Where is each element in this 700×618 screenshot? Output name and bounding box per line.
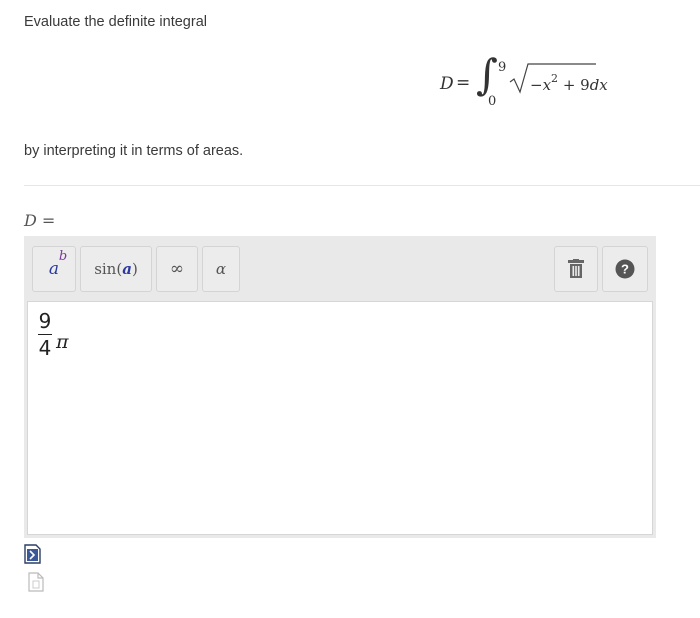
answer-label: D = — [24, 211, 55, 230]
editor-toolbar: ab sin (a) ∞ α ? — [24, 236, 656, 300]
radicand-minus: − — [530, 76, 543, 94]
integral-sign: ∫ — [476, 50, 498, 99]
document-icon[interactable] — [28, 572, 44, 592]
infinity-label: ∞ — [169, 259, 185, 279]
integral-formula: D = ∫ 9 0 −x2 + 9dx — [440, 54, 650, 114]
answer-input[interactable]: 9 4 π — [27, 301, 653, 535]
answer-label-var: D — [24, 211, 37, 230]
sin-arg: a — [122, 260, 132, 278]
sin-button[interactable]: sin (a) — [80, 246, 152, 292]
fraction-numerator: 9 — [38, 309, 52, 333]
formula-equals: = — [456, 73, 471, 93]
power-exp: b — [58, 249, 68, 264]
radicand-var: x — [542, 76, 552, 94]
infinity-button[interactable]: ∞ — [156, 246, 198, 292]
fraction-denominator: 4 — [38, 336, 52, 360]
question-intro: Evaluate the definite integral — [24, 14, 207, 30]
upper-limit: 9 — [498, 60, 507, 75]
power-label: ab — [48, 249, 67, 279]
math-editor: ab sin (a) ∞ α ? 9 4 π — [24, 236, 656, 538]
clear-button[interactable] — [554, 246, 598, 292]
sin-fn: sin — [94, 260, 117, 278]
sin-close: ) — [131, 260, 138, 278]
greek-button[interactable]: α — [202, 246, 240, 292]
radicand-power: 2 — [551, 72, 559, 85]
power-base: a — [48, 259, 60, 279]
fraction-bar — [38, 334, 52, 335]
power-button[interactable]: ab — [32, 246, 76, 292]
lower-limit: 0 — [488, 94, 497, 109]
svg-text:?: ? — [621, 262, 629, 277]
pi-symbol: π — [56, 331, 69, 353]
answer-fraction: 9 4 — [37, 310, 53, 359]
radicand-rest: + 9 — [558, 76, 590, 94]
divider — [24, 185, 700, 186]
radicand: −x2 + 9dx — [530, 73, 608, 94]
greek-label: α — [215, 260, 227, 278]
math-syntax-icon[interactable] — [24, 544, 41, 564]
help-icon: ? — [615, 259, 635, 279]
differential: dx — [589, 76, 608, 94]
trash-icon — [568, 259, 584, 278]
question-after: by interpreting it in terms of areas. — [24, 143, 244, 159]
help-button[interactable]: ? — [602, 246, 648, 292]
answer-label-eq: = — [36, 211, 56, 230]
formula-variable: D — [440, 74, 454, 94]
